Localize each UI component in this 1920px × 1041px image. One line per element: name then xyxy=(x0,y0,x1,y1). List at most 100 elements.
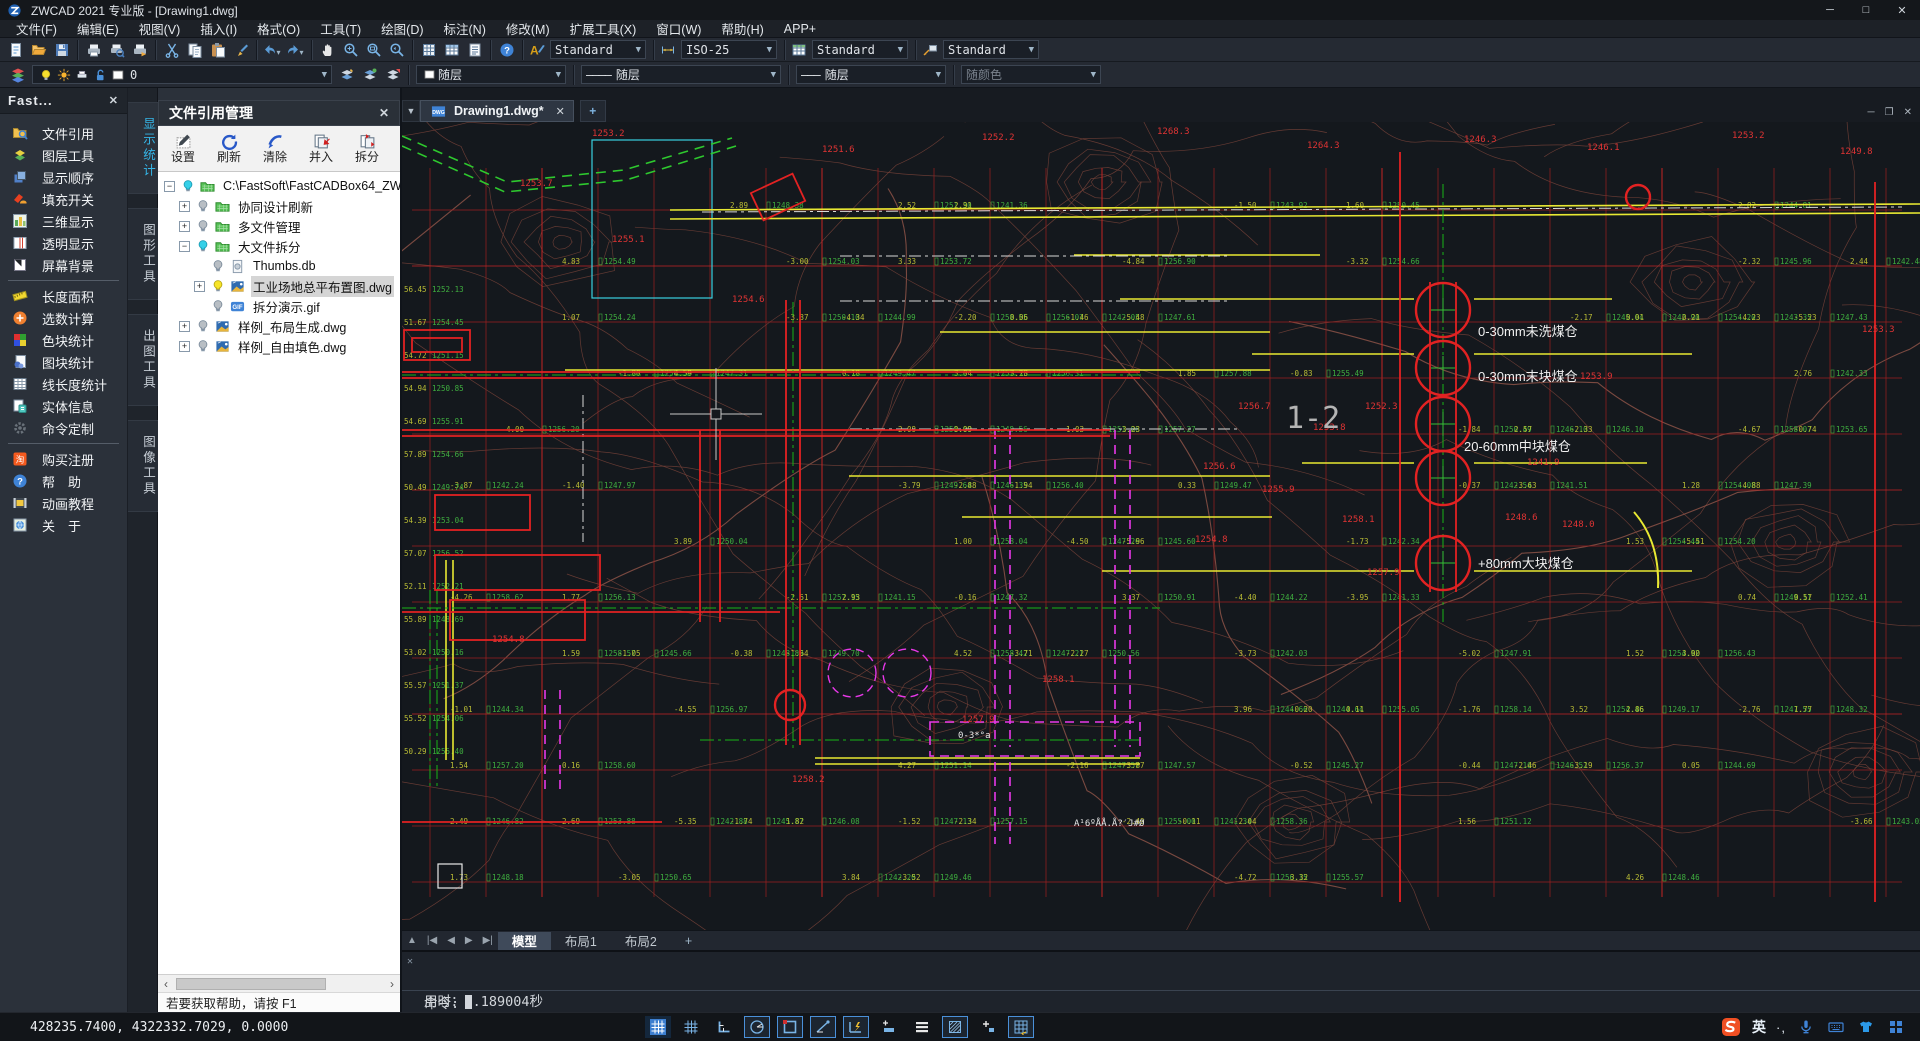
undo-button[interactable]: ▾ xyxy=(261,39,284,60)
menu-item-8[interactable]: 修改(M) xyxy=(496,18,560,39)
fast-item-transparent[interactable]: 透明显示 xyxy=(0,232,127,254)
copy-button[interactable] xyxy=(183,39,206,60)
status-toggle-object-snap[interactable] xyxy=(777,1016,803,1038)
tree-row[interactable]: + 样例_自由填色.dwg xyxy=(158,336,400,356)
layer-set1-button[interactable] xyxy=(335,64,358,85)
side-tab-出图工具[interactable]: 出图工具 xyxy=(128,314,158,406)
status-toggle-quick-menu[interactable] xyxy=(909,1016,935,1038)
child-minimize-icon[interactable]: ─ xyxy=(1868,107,1875,118)
status-toggle-snap-grid[interactable] xyxy=(645,1016,671,1038)
fast-item-color-stats[interactable]: 色块统计 xyxy=(0,329,127,351)
bulb-gray-icon[interactable] xyxy=(211,299,225,313)
cut-button[interactable] xyxy=(160,39,183,60)
layout-tab-布局1[interactable]: 布局1 xyxy=(551,932,611,950)
fast-item-help[interactable]: ? 帮 助 xyxy=(0,470,127,492)
menu-item-12[interactable]: APP+ xyxy=(774,21,826,37)
fast-item-layer-tools[interactable]: 图层工具 xyxy=(0,144,127,166)
tree-row[interactable]: + 多文件管理 xyxy=(158,216,400,236)
layer-set2-button[interactable] xyxy=(358,64,381,85)
menu-item-5[interactable]: 工具(T) xyxy=(310,18,371,39)
side-tab-图形工具[interactable]: 图形工具 xyxy=(128,208,158,300)
status-toggle-dynamic-input[interactable] xyxy=(843,1016,869,1038)
pan-button[interactable] xyxy=(316,39,339,60)
child-close-icon[interactable]: ✕ xyxy=(1904,107,1912,118)
menu-item-1[interactable]: 编辑(E) xyxy=(67,18,129,39)
zoom-prev-button[interactable] xyxy=(385,39,408,60)
linetype-combo[interactable]: ———— 随层 ▼ xyxy=(581,65,781,84)
menu-item-11[interactable]: 帮助(H) xyxy=(711,18,773,39)
doc-tab-close-icon[interactable]: ✕ xyxy=(556,105,565,118)
side-tab-显示统计[interactable]: 显示统计 xyxy=(128,102,158,194)
fast-item-screen-bg[interactable]: 屏幕背景 xyxy=(0,254,127,276)
sun-icon[interactable] xyxy=(57,68,71,82)
layout-nav-icon[interactable]: ▶| xyxy=(478,935,498,946)
brush-button[interactable] xyxy=(229,39,252,60)
status-toggle-polar-tracking[interactable] xyxy=(744,1016,770,1038)
chevron-down-icon[interactable]: ▼ xyxy=(1086,70,1096,80)
keyboard-icon[interactable] xyxy=(1828,1019,1844,1035)
bulb-cyan-icon[interactable] xyxy=(181,179,195,193)
settings-button[interactable]: 设置 xyxy=(162,133,204,164)
expand-icon[interactable]: + xyxy=(179,220,190,232)
tree-row[interactable]: + 协同设计刷新 xyxy=(158,196,400,216)
bulb-icon[interactable] xyxy=(39,68,53,82)
mic-icon[interactable] xyxy=(1798,1019,1814,1035)
scroll-right-icon[interactable]: › xyxy=(384,977,400,991)
chevron-down-icon[interactable]: ▼ xyxy=(317,70,327,80)
fast-item-tutorial[interactable]: 动画教程 xyxy=(0,492,127,514)
lineweight-combo[interactable]: ——— 随层 ▼ xyxy=(796,65,946,84)
mtext-button[interactable] xyxy=(463,39,486,60)
bulb-gray-icon[interactable] xyxy=(196,319,210,333)
help-button[interactable]: ? xyxy=(495,39,518,60)
plotstyle-combo[interactable]: 随颜色 ▼ xyxy=(961,65,1101,84)
close-button[interactable]: ✕ xyxy=(1884,0,1920,20)
merge-button[interactable]: 并入 xyxy=(300,133,342,164)
layout-add-tab[interactable]: + xyxy=(671,932,706,950)
bulb-gray-icon[interactable] xyxy=(196,199,210,213)
toolbox-icon[interactable] xyxy=(1888,1019,1904,1035)
xref-panel-close-icon[interactable]: ✕ xyxy=(379,106,389,120)
menu-item-2[interactable]: 视图(V) xyxy=(129,18,191,39)
fast-item-file-ref[interactable]: 文件引用 xyxy=(0,122,127,144)
fast-item-line-stats[interactable]: 线长度统计 xyxy=(0,373,127,395)
minimize-button[interactable]: ─ xyxy=(1812,0,1848,20)
fast-item-count-calc[interactable]: 选数计算 xyxy=(0,307,127,329)
refresh-button[interactable]: 刷新 xyxy=(208,133,250,164)
bulb-gray-icon[interactable] xyxy=(196,339,210,353)
chevron-down-icon[interactable]: ▼ xyxy=(766,70,776,80)
layout-tab-布局2[interactable]: 布局2 xyxy=(611,932,671,950)
style-combo-3[interactable]: Standard ▼ xyxy=(943,40,1039,59)
save-button[interactable] xyxy=(50,39,73,60)
doc-tab-drawing1[interactable]: DWG Drawing1.dwg* ✕ xyxy=(420,100,574,122)
plot-button[interactable] xyxy=(82,39,105,60)
collapse-icon[interactable]: − xyxy=(164,180,175,192)
layout-nav-icon[interactable]: ◀ xyxy=(442,935,460,946)
style-combo-0[interactable]: Standard ▼ xyxy=(550,40,646,59)
status-toggle-hatch-display[interactable] xyxy=(942,1016,968,1038)
chevron-down-icon[interactable]: ▼ xyxy=(762,45,772,55)
collapse-icon[interactable]: − xyxy=(179,240,190,252)
preview-button[interactable] xyxy=(105,39,128,60)
menu-item-0[interactable]: 文件(F) xyxy=(6,18,67,39)
bulb-yellow-icon[interactable] xyxy=(211,279,225,293)
style-combo-1[interactable]: ISO-25 ▼ xyxy=(681,40,777,59)
chevron-down-icon[interactable]: ▼ xyxy=(631,45,641,55)
drawing-canvas[interactable]: -3.87 1242.24 -4.26 1258.62 -1.01 1244.34 1.54… xyxy=(402,122,1920,930)
new-doc-tab-button[interactable]: + xyxy=(579,100,606,122)
command-close-icon[interactable]: ✕ xyxy=(407,956,413,967)
zoom-rt-button[interactable] xyxy=(339,39,362,60)
layout-nav-icon[interactable]: |◀ xyxy=(422,935,442,946)
skin-icon[interactable] xyxy=(1858,1019,1874,1035)
menu-item-4[interactable]: 格式(O) xyxy=(247,18,310,39)
expand-icon[interactable]: + xyxy=(179,320,190,332)
swatch-w-icon[interactable] xyxy=(111,68,125,82)
tree-row[interactable]: GIF 拆分演示.gif xyxy=(158,296,400,316)
status-toggle-object-tracking[interactable] xyxy=(810,1016,836,1038)
color-combo[interactable]: 随层 ▼ xyxy=(416,65,566,84)
style-combo-2[interactable]: Standard ▼ xyxy=(812,40,908,59)
tree-row[interactable]: + 样例_布局生成.dwg xyxy=(158,316,400,336)
lock-open-icon[interactable] xyxy=(93,68,107,82)
layout-nav-icon[interactable]: ▶ xyxy=(460,935,478,946)
menu-item-10[interactable]: 窗口(W) xyxy=(646,18,711,39)
split-button[interactable]: 拆分 xyxy=(346,133,388,164)
